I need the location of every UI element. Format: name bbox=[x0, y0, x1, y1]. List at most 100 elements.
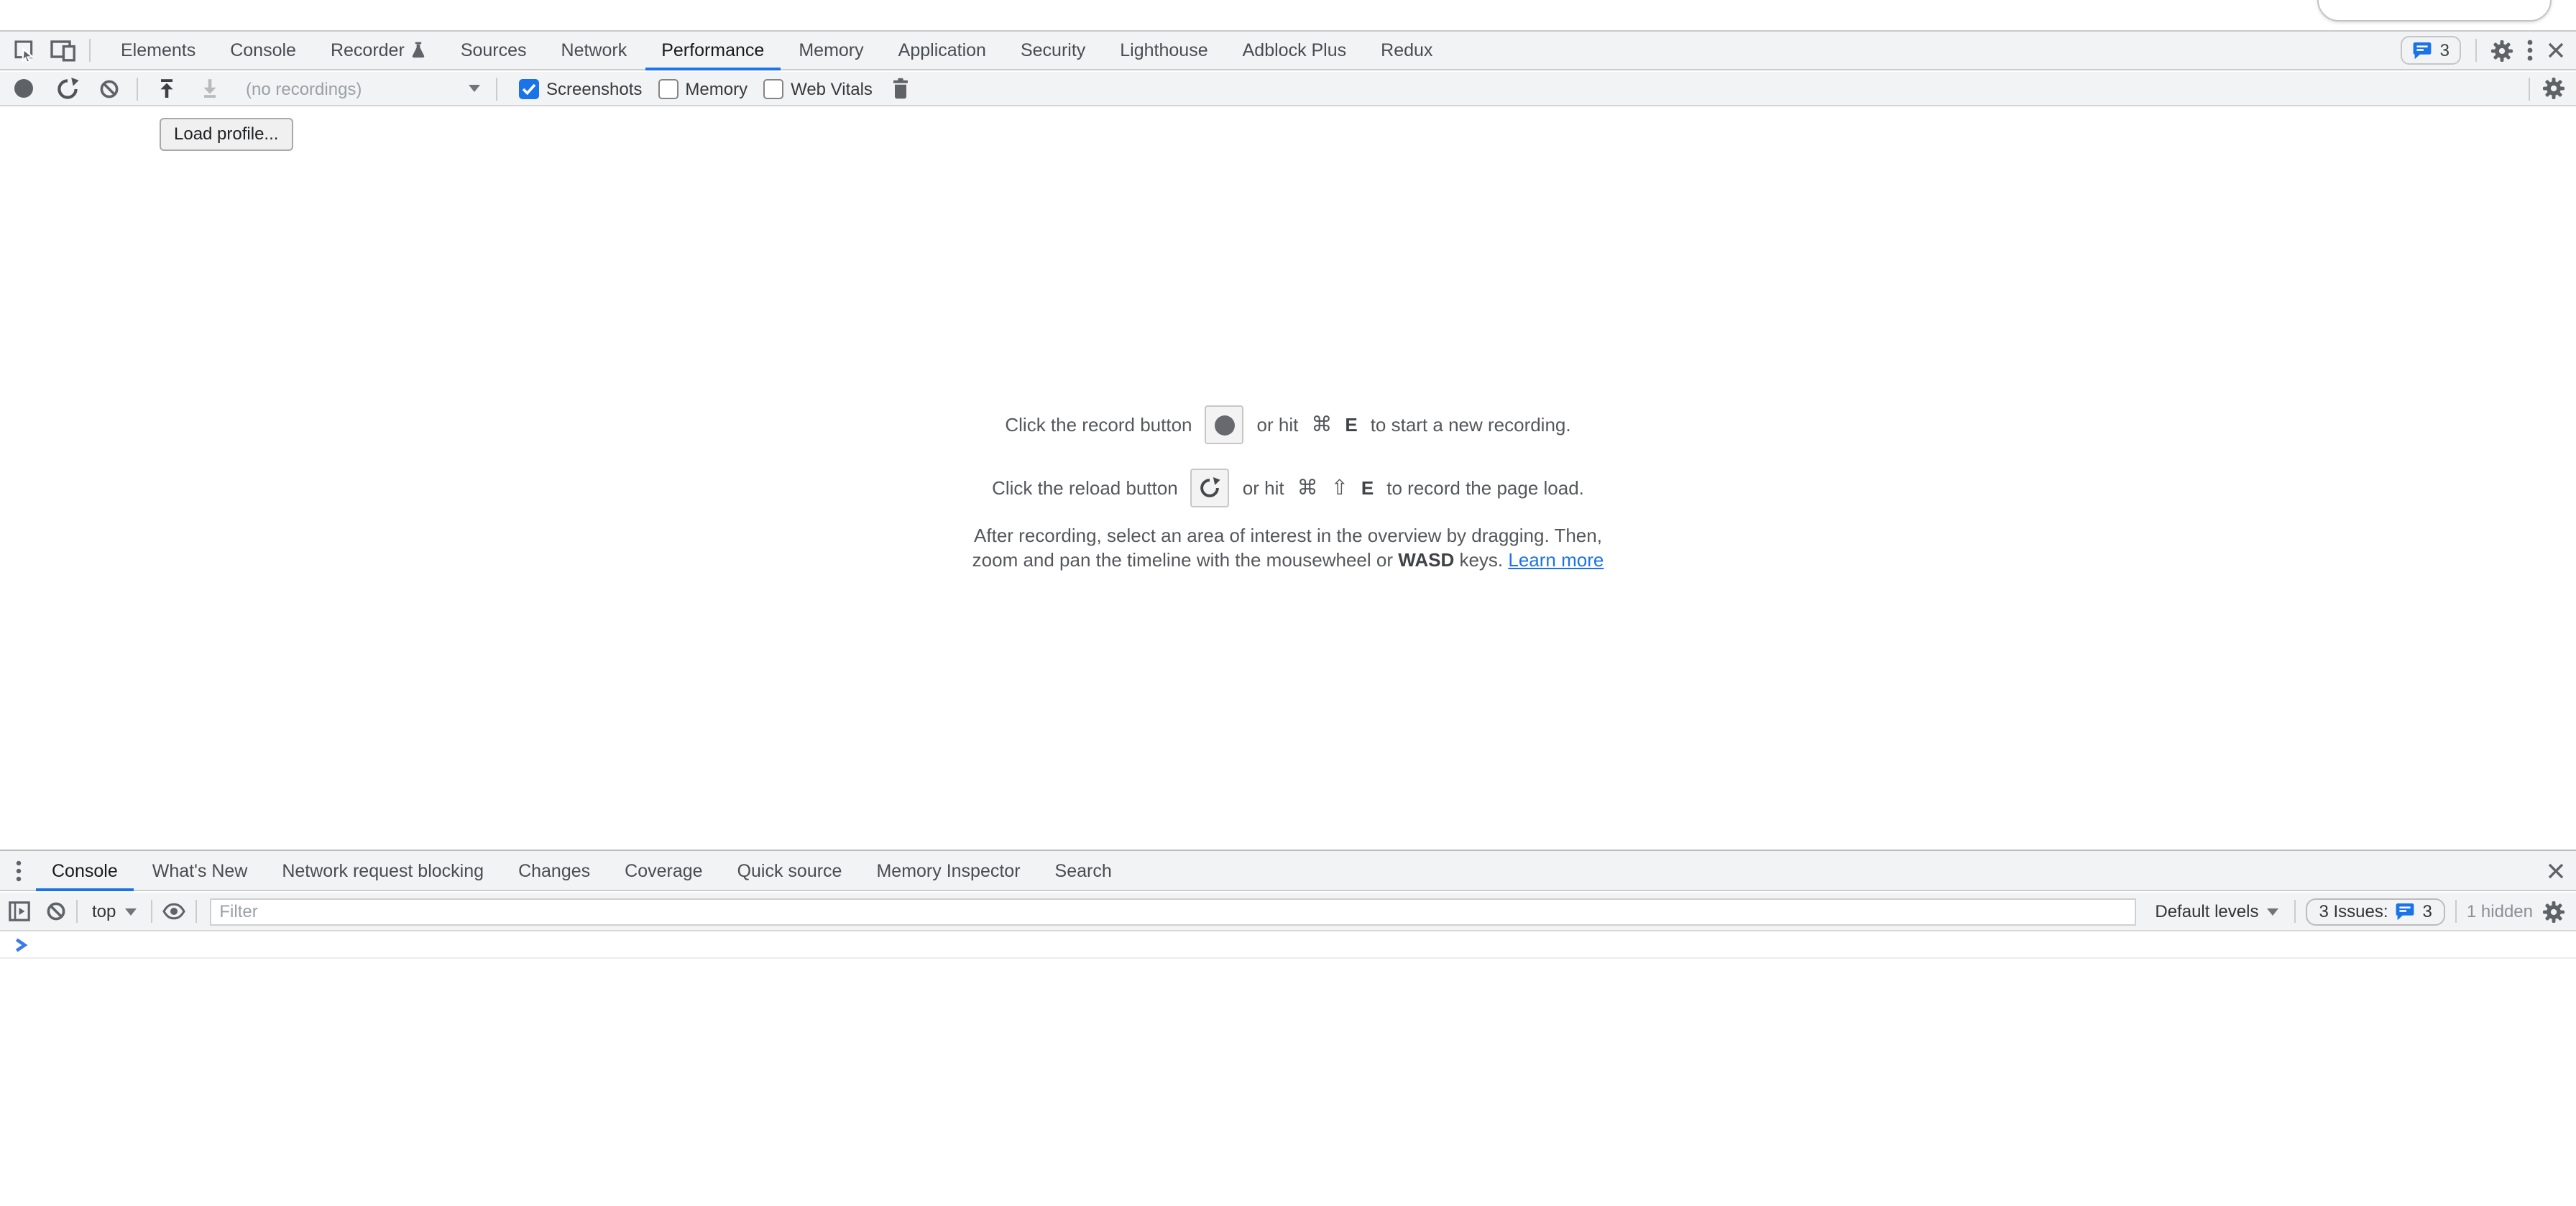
help-paragraph-line1: After recording, select an area of inter… bbox=[0, 525, 2576, 548]
tab-adblock-plus[interactable]: Adblock Plus bbox=[1225, 32, 1364, 69]
clear-icon[interactable] bbox=[99, 78, 119, 98]
settings-gear-icon[interactable] bbox=[2491, 40, 2513, 61]
memory-checkbox-group[interactable]: Memory bbox=[658, 78, 748, 98]
page-top-strip bbox=[0, 0, 2576, 30]
e-key: E bbox=[1345, 414, 1357, 436]
record-instruction-pre: Click the record button bbox=[1005, 414, 1192, 436]
web-vitals-checkbox-group[interactable]: Web Vitals bbox=[763, 78, 873, 98]
drawer-tab-search[interactable]: Search bbox=[1038, 851, 1129, 890]
issues-bubble-icon bbox=[2396, 902, 2416, 921]
chevron-down-icon bbox=[2267, 908, 2278, 915]
drawer-kebab-menu-icon[interactable] bbox=[0, 859, 34, 882]
load-profile-icon[interactable] bbox=[155, 77, 178, 100]
flask-icon bbox=[412, 42, 426, 59]
page-pill-element bbox=[2317, 0, 2552, 22]
performance-toolbar: (no recordings) Screenshots Memory Web V… bbox=[0, 72, 2576, 106]
divider bbox=[2455, 900, 2457, 923]
issues-counter-button[interactable]: 3 bbox=[2401, 36, 2461, 65]
capture-settings-gear-icon[interactable] bbox=[2543, 78, 2564, 99]
divider bbox=[76, 900, 78, 923]
divider bbox=[2475, 39, 2477, 62]
drawer-tab-network-request-blocking[interactable]: Network request blocking bbox=[264, 851, 501, 890]
performance-panel-content: Click the record button or hit ⌘ E to st… bbox=[0, 108, 2576, 850]
web-vitals-checkbox-label[interactable]: Web Vitals bbox=[791, 78, 873, 98]
inline-reload-button[interactable] bbox=[1191, 469, 1230, 507]
divider bbox=[89, 39, 91, 62]
tab-elements[interactable]: Elements bbox=[104, 32, 213, 69]
drawer-tab-console[interactable]: Console bbox=[34, 851, 135, 890]
cmd-key-glyph: ⌘ bbox=[1311, 413, 1332, 436]
divider bbox=[2529, 77, 2530, 100]
reload-and-record-button[interactable] bbox=[56, 77, 79, 100]
recordings-select-value: (no recordings) bbox=[246, 78, 362, 98]
console-issues-count: 3 bbox=[2423, 901, 2432, 921]
tab-recorder-label: Recorder bbox=[331, 40, 405, 60]
console-issues-button[interactable]: 3 Issues: 3 bbox=[2306, 898, 2444, 925]
screenshots-checkbox[interactable] bbox=[519, 78, 539, 98]
help-paragraph-line2: zoom and pan the timeline with the mouse… bbox=[0, 548, 2576, 572]
memory-checkbox[interactable] bbox=[658, 78, 678, 98]
console-prompt-row[interactable] bbox=[0, 931, 2576, 959]
console-filter-input[interactable] bbox=[209, 898, 2136, 925]
e-key: E bbox=[1361, 477, 1374, 499]
tab-lighthouse[interactable]: Lighthouse bbox=[1103, 32, 1225, 69]
save-profile-icon[interactable] bbox=[198, 77, 221, 100]
trash-icon[interactable] bbox=[891, 78, 910, 99]
reload-instruction-post: to record the page load. bbox=[1386, 477, 1584, 499]
chevron-down-icon bbox=[469, 85, 480, 92]
divider bbox=[496, 77, 497, 100]
tab-network[interactable]: Network bbox=[544, 32, 645, 69]
tab-console[interactable]: Console bbox=[213, 32, 313, 69]
context-select-value: top bbox=[92, 901, 116, 921]
console-sidebar-icon[interactable] bbox=[9, 901, 30, 921]
reload-instruction-row: Click the reload button or hit ⌘ ⇧ E to … bbox=[0, 469, 2576, 507]
tab-recorder[interactable]: Recorder bbox=[313, 32, 443, 69]
devtools-tabbar: Elements Console Recorder Sources Networ… bbox=[0, 30, 2576, 70]
reload-icon bbox=[1200, 477, 1221, 499]
help-line2-text: zoom and pan the timeline with the mouse… bbox=[972, 548, 1399, 570]
kebab-menu-icon[interactable] bbox=[2527, 39, 2533, 62]
learn-more-link[interactable]: Learn more bbox=[1508, 548, 1604, 570]
drawer-close-icon[interactable] bbox=[2547, 862, 2564, 879]
record-icon bbox=[1215, 415, 1235, 435]
live-expression-eye-icon[interactable] bbox=[162, 903, 185, 920]
shift-key-glyph: ⇧ bbox=[1331, 477, 1348, 500]
tab-performance[interactable]: Performance bbox=[644, 32, 781, 69]
load-profile-tooltip: Load profile... bbox=[160, 118, 293, 151]
memory-checkbox-label[interactable]: Memory bbox=[685, 78, 748, 98]
help-paragraph: After recording, select an area of inter… bbox=[0, 525, 2576, 572]
drawer-tab-memory-inspector[interactable]: Memory Inspector bbox=[859, 851, 1037, 890]
inline-record-button[interactable] bbox=[1205, 405, 1244, 444]
clear-console-icon[interactable] bbox=[46, 901, 66, 921]
tab-security[interactable]: Security bbox=[1003, 32, 1103, 69]
close-icon[interactable] bbox=[2547, 42, 2564, 59]
screenshots-checkbox-group[interactable]: Screenshots bbox=[519, 78, 642, 98]
drawer-tab-coverage[interactable]: Coverage bbox=[607, 851, 719, 890]
tab-sources[interactable]: Sources bbox=[443, 32, 544, 69]
screenshots-checkbox-label[interactable]: Screenshots bbox=[546, 78, 642, 98]
log-levels-select[interactable]: Default levels bbox=[2149, 901, 2284, 921]
drawer-tab-changes[interactable]: Changes bbox=[501, 851, 607, 890]
drawer-tab-whats-new[interactable]: What's New bbox=[135, 851, 265, 890]
javascript-context-select[interactable]: top bbox=[88, 901, 140, 921]
recordings-select[interactable]: (no recordings) bbox=[246, 78, 480, 98]
record-button[interactable] bbox=[14, 79, 33, 98]
wasd-keys: WASD bbox=[1398, 548, 1454, 570]
tab-application[interactable]: Application bbox=[881, 32, 1003, 69]
chevron-down-icon bbox=[124, 908, 136, 915]
help-line2-mid: keys. bbox=[1454, 548, 1508, 570]
reload-instruction-pre: Click the reload button bbox=[992, 477, 1178, 499]
tab-memory[interactable]: Memory bbox=[781, 32, 880, 69]
inspect-icon[interactable] bbox=[13, 38, 37, 63]
cmd-key-glyph: ⌘ bbox=[1297, 477, 1318, 500]
web-vitals-checkbox[interactable] bbox=[763, 78, 783, 98]
tab-redux[interactable]: Redux bbox=[1363, 32, 1450, 69]
console-issues-label: 3 Issues: bbox=[2319, 901, 2388, 921]
drawer-tab-quick-source[interactable]: Quick source bbox=[720, 851, 860, 890]
divider bbox=[137, 77, 138, 100]
console-settings-gear-icon[interactable] bbox=[2543, 901, 2564, 922]
prompt-chevron-icon bbox=[13, 936, 29, 952]
device-toolbar-icon[interactable] bbox=[50, 40, 76, 61]
issues-count: 3 bbox=[2440, 40, 2450, 60]
log-levels-value: Default levels bbox=[2155, 901, 2258, 921]
